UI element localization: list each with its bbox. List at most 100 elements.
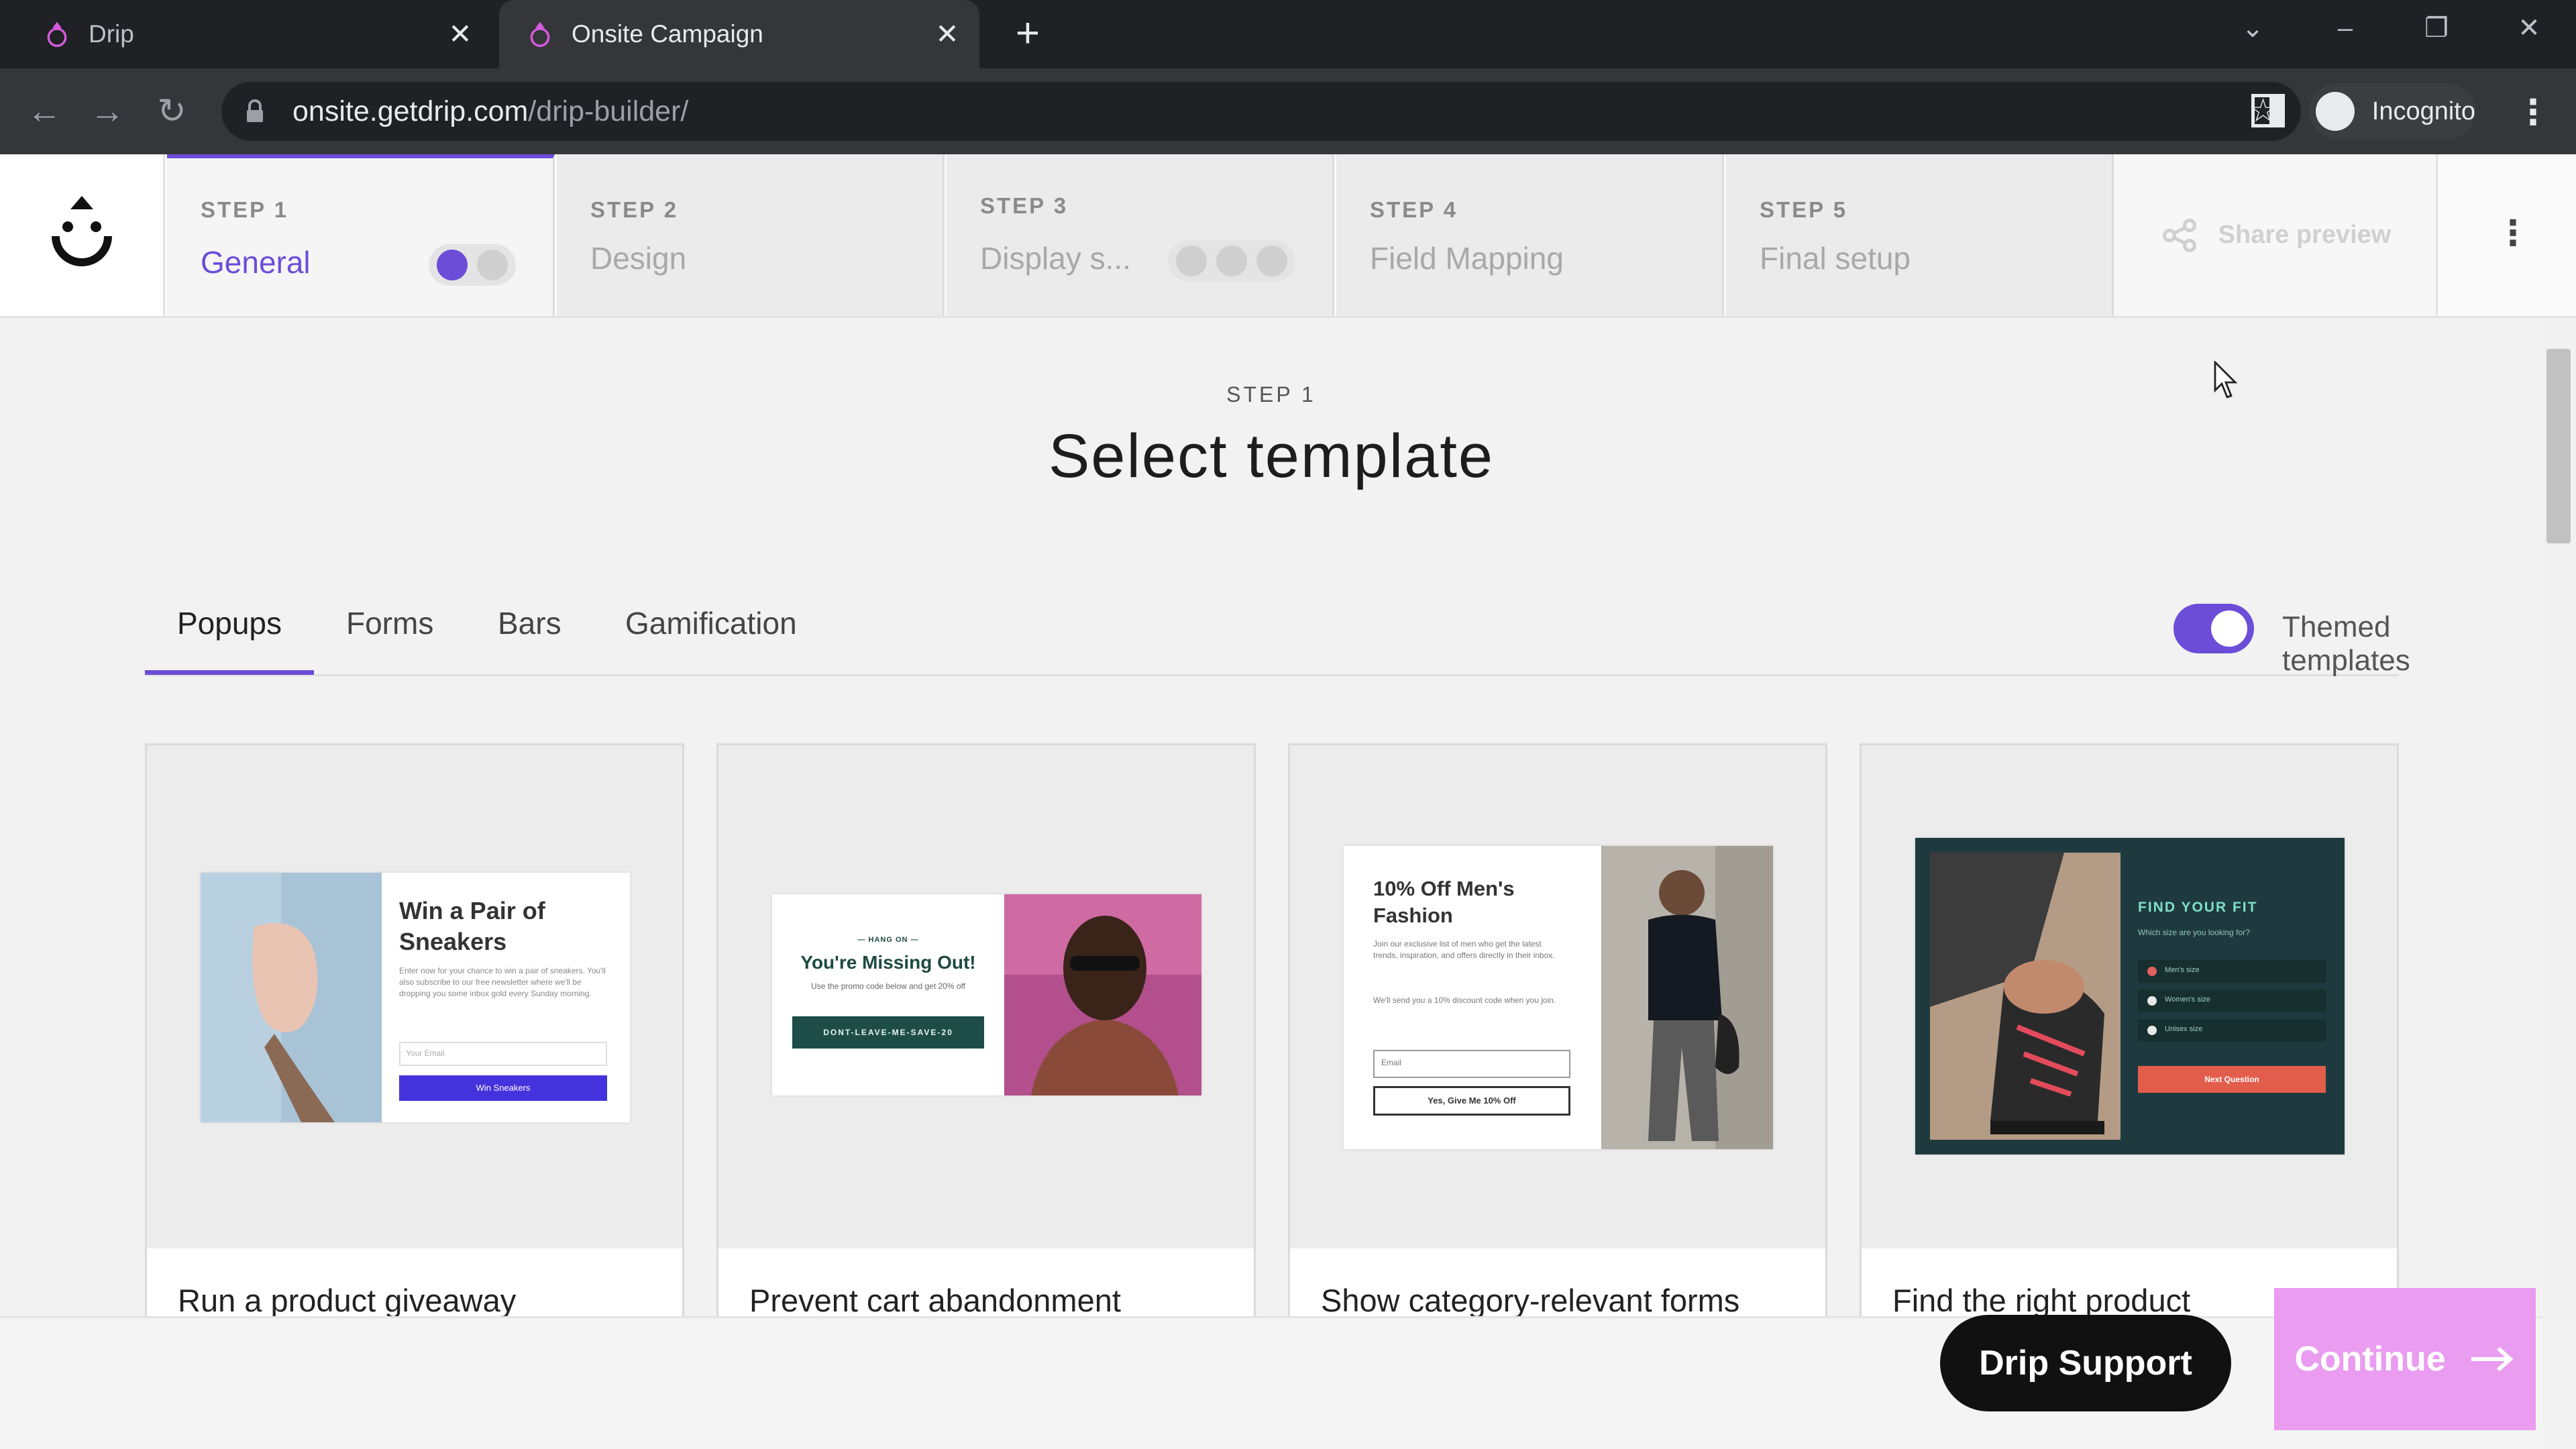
step-field-mapping[interactable]: STEP 4 Field Mapping [1336,154,1724,316]
share-icon [2162,218,2196,252]
popup-preview: — HANG ON — You're Missing Out! Use the … [772,894,1201,1095]
drip-favicon-icon [47,21,67,47]
drip-logo[interactable] [0,154,165,316]
active-tab-indicator [145,670,314,675]
share-preview-label: Share preview [2218,221,2392,249]
step-progress-dots [429,244,516,286]
step-number: STEP 4 [1370,197,1458,222]
arrow-right-icon [2471,1346,2514,1372]
popup-preview: FIND YOUR FIT Which size are you looking… [1915,838,2345,1155]
address-bar[interactable]: onsite.getdrip.com/drip-builder/ ☆ [221,82,2301,141]
popup-cta-button: Yes, Give Me 10% Off [1373,1086,1570,1116]
popup-body: Use the promo code below and get 20% off [811,981,965,991]
tab-gamification[interactable]: Gamification [625,605,797,641]
drip-favicon-icon [530,21,550,47]
themed-templates-label: Themed templates [2282,610,2410,677]
popup-kicker: — HANG ON — [857,936,919,944]
back-icon[interactable]: ← [24,91,64,131]
tab-title: Onsite Campaign [572,20,763,48]
share-preview-button[interactable]: Share preview [2114,154,2438,316]
popup-cta-button: Next Question [2138,1066,2326,1093]
step-progress-dots [1168,240,1295,282]
drip-logo-icon [51,195,112,266]
popup-title: You're Missing Out! [800,952,976,973]
continue-button[interactable]: Continue [2274,1288,2536,1430]
url-path: /drip-builder/ [528,95,689,127]
step-label: General [201,245,311,280]
step-number: STEP 3 [980,193,1069,218]
side-panel-icon[interactable] [2251,94,2285,127]
popup-email-input: Your Email [399,1042,607,1066]
tying-shoe-photo [1930,853,2121,1140]
browser-tab-strip: Drip ✕ Onsite Campaign ✕ + ⌄ – ❐ ✕ [0,0,2576,68]
reload-icon[interactable]: ↻ [152,91,192,131]
template-card-title: Run a product giveaway [178,1283,517,1318]
page-title: Select template [1048,422,1495,490]
tab-bars[interactable]: Bars [498,605,561,641]
popup-title: Win a Pair of Sneakers [399,897,545,955]
step-design[interactable]: STEP 2 Design [557,154,945,316]
size-option: Women's size [2138,989,2326,1012]
template-card-title: Prevent cart abandonment [749,1283,1121,1318]
close-window-icon[interactable]: ✕ [2502,8,2556,48]
radio-icon [2147,1026,2157,1035]
man-in-jacket-photo [1004,894,1201,1095]
step-number: STEP 1 [201,197,289,222]
builder-header: STEP 1 General STEP 2 Design STEP 3 Disp… [0,154,2576,318]
minimize-icon[interactable]: – [2318,8,2372,48]
themed-templates-toggle[interactable] [2174,604,2254,653]
template-card-title: Find the right product [1892,1283,2191,1318]
mouse-cursor-icon [2214,361,2238,398]
template-type-tabs: Popups Forms Bars Gamification Themed te… [145,590,2410,677]
drip-support-button[interactable]: Drip Support [1940,1315,2231,1411]
template-card-cart-abandonment[interactable]: — HANG ON — You're Missing Out! Use the … [716,743,1256,1320]
popup-body: Which size are you looking for? [2138,928,2250,937]
man-walking-photo [1601,846,1773,1149]
sneaker-photo [201,873,382,1122]
browser-menu-icon[interactable]: ⋮ [2516,94,2551,134]
popup-title: 10% Off Men's Fashion [1373,877,1515,927]
popup-preview: 10% Off Men's Fashion Join our exclusive… [1344,846,1773,1149]
size-option: Unisex size [2138,1019,2326,1042]
popup-body-secondary: We'll send you a 10% discount code when … [1373,996,1556,1005]
step-general[interactable]: STEP 1 General [167,154,555,316]
step-number: STEP 2 [590,197,679,222]
incognito-icon [2316,92,2355,131]
incognito-badge[interactable]: Incognito [2309,83,2475,140]
lock-icon [247,99,263,122]
url-host: onsite.getdrip.com [292,95,529,127]
popup-cta-button: Win Sneakers [399,1075,607,1101]
tab-search-icon[interactable]: ⌄ [2226,8,2279,48]
tab-forms[interactable]: Forms [346,605,433,641]
popup-title: FIND YOUR FIT [2138,900,2258,915]
step-display-settings[interactable]: STEP 3 Display s... [947,154,1334,316]
template-card-find-product[interactable]: FIND YOUR FIT Which size are you looking… [1860,743,2399,1320]
step-final-setup[interactable]: STEP 5 Final setup [1726,154,2114,316]
popup-body: Enter now for your chance to win a pair … [399,966,606,998]
popup-body: Join our exclusive list of men who get t… [1373,939,1555,960]
new-tab-icon[interactable]: + [1006,12,1049,55]
step-number: STEP 5 [1760,197,1848,222]
radio-selected-icon [2147,967,2157,976]
browser-tab-onsite-campaign[interactable]: Onsite Campaign ✕ [499,0,979,68]
template-preview: 10% Off Men's Fashion Join our exclusive… [1290,745,1825,1248]
tab-popups[interactable]: Popups [177,605,282,641]
template-card-category-forms[interactable]: 10% Off Men's Fashion Join our exclusive… [1288,743,1827,1320]
step-label: Display s... [980,241,1131,276]
browser-tab-drip[interactable]: Drip ✕ [16,0,492,68]
close-tab-icon[interactable]: ✕ [447,20,474,48]
step-label: Field Mapping [1370,241,1564,276]
template-preview: — HANG ON — You're Missing Out! Use the … [718,745,1254,1248]
step-label: Final setup [1760,241,1911,276]
template-preview: Win a Pair of Sneakers Enter now for you… [147,745,682,1248]
popup-promo-code: DONT-LEAVE-ME-SAVE-20 [792,1016,984,1049]
forward-icon[interactable]: → [87,91,127,131]
close-tab-icon[interactable]: ✕ [934,20,961,48]
tab-title: Drip [89,20,134,48]
template-card-giveaway[interactable]: Win a Pair of Sneakers Enter now for you… [145,743,684,1320]
more-options-icon[interactable]: ⋮ [2496,215,2530,255]
radio-icon [2147,996,2157,1006]
scrollbar-thumb[interactable] [2546,349,2571,543]
continue-label: Continue [2294,1340,2446,1379]
restore-icon[interactable]: ❐ [2410,8,2463,48]
